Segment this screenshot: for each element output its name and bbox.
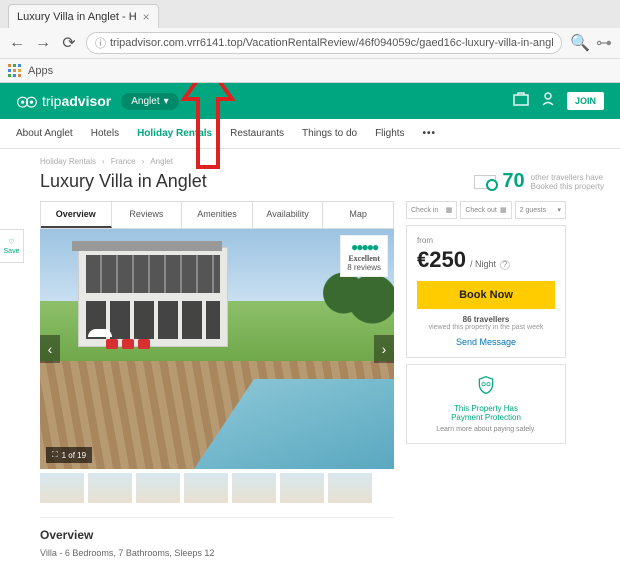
card-check-icon bbox=[474, 175, 496, 189]
forward-button[interactable]: → bbox=[34, 34, 52, 52]
back-button[interactable]: ← bbox=[8, 34, 26, 52]
tab-availability[interactable]: Availability bbox=[253, 202, 324, 228]
learn-more-link[interactable]: Learn more about paying safely. bbox=[417, 426, 555, 433]
prev-photo-button[interactable]: ‹ bbox=[40, 335, 60, 363]
nav-flights[interactable]: Flights bbox=[375, 120, 404, 147]
send-message-link[interactable]: Send Message bbox=[417, 337, 555, 347]
rating-dots-icon: ●●●●● bbox=[347, 240, 381, 254]
travellers-badge: 70 other travellers haveBooked this prop… bbox=[474, 170, 604, 193]
thumbnail[interactable] bbox=[232, 473, 276, 503]
nav-about[interactable]: About Anglet bbox=[16, 120, 73, 147]
thumbnail[interactable] bbox=[184, 473, 228, 503]
checkin-field[interactable]: Check in▦ bbox=[406, 201, 457, 219]
price-per: / Night bbox=[470, 259, 496, 269]
social-proof: 86 travellersviewed this property in the… bbox=[417, 315, 555, 331]
url-input[interactable]: ⓘ tripadvisor.com.vrr6141.top/VacationRe… bbox=[86, 32, 562, 54]
breadcrumb: Holiday Rentals› France› Anglet bbox=[40, 157, 604, 166]
browser-tab[interactable]: Luxury Villa in Anglet - H × bbox=[8, 4, 159, 28]
calendar-icon: ▦ bbox=[500, 206, 507, 214]
overview-section: Overview Villa - 6 Bedrooms, 7 Bathrooms… bbox=[40, 517, 394, 558]
site-info-icon[interactable]: ⓘ bbox=[95, 35, 106, 51]
breadcrumb-item[interactable]: Holiday Rentals bbox=[40, 157, 96, 166]
owl-icon bbox=[16, 94, 38, 108]
bookmarks-bar: Apps bbox=[0, 58, 620, 82]
thumbnail[interactable] bbox=[328, 473, 372, 503]
hero-photo[interactable]: ‹ › ●●●●● Excellent 8 reviews ⛶ 1 of 19 bbox=[40, 229, 394, 469]
expand-icon: ⛶ bbox=[52, 450, 58, 460]
join-button[interactable]: JOIN bbox=[567, 92, 604, 110]
book-now-button[interactable]: Book Now bbox=[417, 281, 555, 309]
nav-hotels[interactable]: Hotels bbox=[91, 120, 119, 147]
thumbnail[interactable] bbox=[40, 473, 84, 503]
thumbnail[interactable] bbox=[88, 473, 132, 503]
tab-reviews[interactable]: Reviews bbox=[112, 202, 183, 228]
rating-badge: ●●●●● Excellent 8 reviews bbox=[340, 235, 388, 277]
nav-holiday-rentals[interactable]: Holiday Rentals bbox=[137, 120, 212, 147]
profile-icon[interactable] bbox=[541, 92, 555, 111]
tab-overview[interactable]: Overview bbox=[41, 202, 112, 228]
next-photo-button[interactable]: › bbox=[374, 335, 394, 363]
tab-bar: Luxury Villa in Anglet - H × bbox=[0, 0, 620, 28]
booking-panel: from €250 / Night ? Book Now 86 travelle… bbox=[406, 225, 566, 358]
booking-fields: Check in▦ Check out▦ 2 guests▾ bbox=[406, 201, 566, 219]
photo-counter[interactable]: ⛶ 1 of 19 bbox=[46, 447, 92, 463]
traveller-count: 70 bbox=[502, 170, 524, 193]
url-highlighted-segment: .vrr6141.top bbox=[184, 37, 243, 49]
overview-summary: Villa - 6 Bedrooms, 7 Bathrooms, Sleeps … bbox=[40, 548, 394, 558]
tab-title: Luxury Villa in Anglet - H bbox=[17, 11, 137, 23]
site-header: tripadvisor Anglet ▾ JOIN bbox=[0, 83, 620, 119]
price-value: €250 bbox=[417, 247, 466, 273]
key-icon[interactable]: ⊶ bbox=[596, 33, 612, 53]
heart-icon: ♡ bbox=[8, 238, 14, 246]
nav-more[interactable]: ••• bbox=[423, 120, 437, 147]
page-viewport: tripadvisor Anglet ▾ JOIN About Anglet H… bbox=[0, 83, 620, 572]
thumbnail[interactable] bbox=[280, 473, 324, 503]
trips-icon[interactable] bbox=[513, 92, 529, 111]
payment-protection-panel: This Property HasPayment Protection Lear… bbox=[406, 364, 566, 444]
detail-tabs: Overview Reviews Amenities Availability … bbox=[40, 201, 394, 229]
browser-chrome: Luxury Villa in Anglet - H × ← → ⟳ ⓘ tri… bbox=[0, 0, 620, 83]
tab-amenities[interactable]: Amenities bbox=[182, 202, 253, 228]
guests-field[interactable]: 2 guests▾ bbox=[515, 201, 566, 219]
nav-restaurants[interactable]: Restaurants bbox=[230, 120, 284, 147]
checkout-field[interactable]: Check out▦ bbox=[460, 201, 511, 219]
apps-icon[interactable] bbox=[8, 64, 22, 78]
thumbnail-strip bbox=[40, 473, 394, 503]
tab-map[interactable]: Map bbox=[323, 202, 393, 228]
url-text: tripadvisor.com.vrr6141.top/VacationRent… bbox=[110, 37, 553, 49]
location-selector[interactable]: Anglet ▾ bbox=[121, 93, 178, 110]
chevron-down-icon: ▾ bbox=[557, 206, 561, 214]
thumbnail[interactable] bbox=[136, 473, 180, 503]
address-bar: ← → ⟳ ⓘ tripadvisor.com.vrr6141.top/Vaca… bbox=[0, 28, 620, 58]
nav-things-to-do[interactable]: Things to do bbox=[302, 120, 357, 147]
primary-nav: About Anglet Hotels Holiday Rentals Rest… bbox=[0, 119, 620, 149]
breadcrumb-item[interactable]: Anglet bbox=[150, 157, 173, 166]
price-from-label: from bbox=[417, 236, 555, 245]
reload-button[interactable]: ⟳ bbox=[60, 34, 78, 52]
save-button[interactable]: ♡ Save bbox=[0, 229, 24, 263]
calendar-icon: ▦ bbox=[446, 206, 453, 214]
tripadvisor-logo[interactable]: tripadvisor bbox=[16, 93, 111, 109]
apps-label[interactable]: Apps bbox=[28, 65, 53, 77]
chevron-down-icon: ▾ bbox=[164, 96, 169, 107]
price-info-icon[interactable]: ? bbox=[500, 260, 510, 270]
breadcrumb-item[interactable]: France bbox=[111, 157, 136, 166]
page-title: Luxury Villa in Anglet bbox=[40, 171, 207, 192]
content-area: ♡ Save Holiday Rentals› France› Anglet L… bbox=[0, 149, 620, 558]
overview-heading: Overview bbox=[40, 528, 394, 542]
search-icon[interactable]: 🔍 bbox=[570, 33, 590, 53]
shield-icon bbox=[476, 375, 496, 395]
close-tab-icon[interactable]: × bbox=[143, 10, 150, 24]
